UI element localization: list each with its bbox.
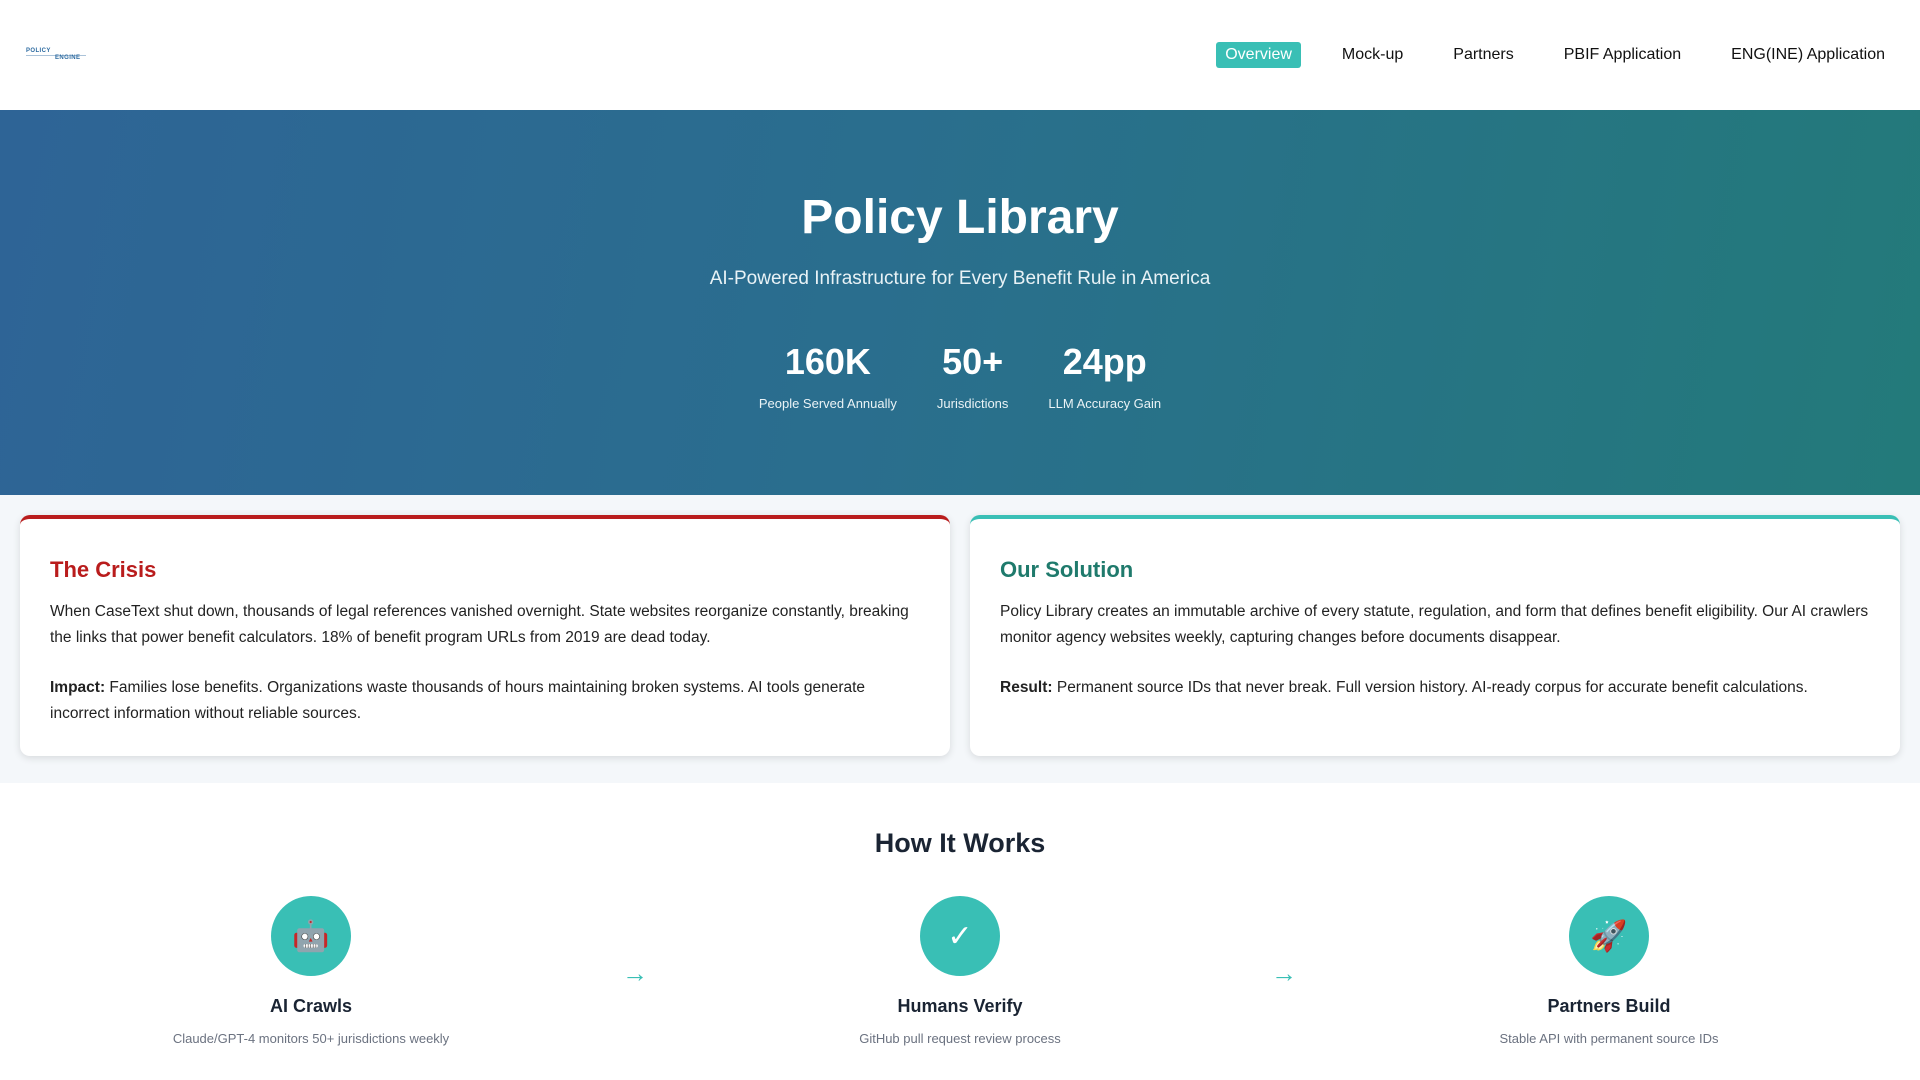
solution-result: Result: Permanent source IDs that never … [1000,675,1870,701]
arrow-right-icon: → [622,958,648,988]
crisis-body: When CaseText shut down, thousands of le… [50,603,909,646]
hero-subtitle: AI-Powered Infrastructure for Every Bene… [709,268,1211,289]
nav-engine-application[interactable]: ENG(INE) Application [1722,42,1894,68]
site-header: POLICY ENGINE Overview Mock-up Partners … [0,0,1920,110]
robot-icon: 🤖 [271,896,351,976]
nav-overview[interactable]: Overview [1216,42,1301,68]
step-title: AI Crawls [269,996,353,1016]
page-title: Policy Library [801,191,1119,244]
stats-row: 160K People Served Annually 50+ Jurisdic… [0,341,1920,412]
checkmark-icon: ✓ [920,896,1000,976]
solution-title: Our Solution [1000,557,1134,582]
step-description: GitHub pull request review process [859,1031,1061,1046]
stat-llm-accuracy: 24pp LLM Accuracy Gain [1048,341,1162,412]
stat-label: People Served Annually [758,396,897,411]
step-title: Partners Build [1547,996,1671,1016]
arrow-right-icon: → [1271,958,1297,988]
logo-word-policy: POLICY [26,48,51,54]
hero-section: Policy Library AI-Powered Infrastructure… [0,110,1920,495]
step-ai-crawls: 🤖 AI Crawls Claude/GPT-4 monitors 50+ ju… [111,896,511,1046]
crisis-title: The Crisis [50,557,157,582]
nav-mock-up[interactable]: Mock-up [1333,42,1412,68]
logo-word-engine: ENGINE [55,55,81,61]
result-text: Permanent source IDs that never break. F… [1052,679,1808,696]
rocket-icon: 🚀 [1569,896,1649,976]
crisis-impact: Impact: Families lose benefits. Organiza… [50,675,920,727]
solution-card: Our Solution Policy Library creates an i… [970,515,1900,756]
stat-label: Jurisdictions [936,396,1009,411]
stat-value: 24pp [1062,341,1147,382]
stat-jurisdictions: 50+ Jurisdictions [936,341,1009,412]
main-nav: Overview Mock-up Partners PBIF Applicati… [1184,42,1894,68]
solution-body: Policy Library creates an immutable arch… [1000,603,1869,646]
stat-value: 50+ [942,341,1004,382]
nav-pbif-application[interactable]: PBIF Application [1555,42,1690,68]
step-partners-build: 🚀 Partners Build Stable API with permane… [1409,896,1809,1046]
policyengine-logo[interactable]: POLICY ENGINE [26,45,86,65]
stat-people-served: 160K People Served Annually [758,341,897,412]
nav-partners[interactable]: Partners [1444,42,1522,68]
step-description: Stable API with permanent source IDs [1499,1031,1719,1046]
result-label: Result: [1000,679,1053,696]
step-title: Humans Verify [897,996,1023,1016]
impact-text: Families lose benefits. Organizations wa… [50,679,866,722]
problem-solution-section: The Crisis When CaseText shut down, thou… [0,495,1920,783]
stat-value: 160K [784,341,871,382]
stat-label: LLM Accuracy Gain [1048,396,1162,411]
step-humans-verify: ✓ Humans Verify GitHub pull request revi… [760,896,1160,1046]
how-it-works-title: How It Works [874,828,1046,858]
step-description: Claude/GPT-4 monitors 50+ jurisdictions … [172,1031,450,1046]
crisis-card: The Crisis When CaseText shut down, thou… [20,515,950,756]
impact-label: Impact: [50,679,106,696]
